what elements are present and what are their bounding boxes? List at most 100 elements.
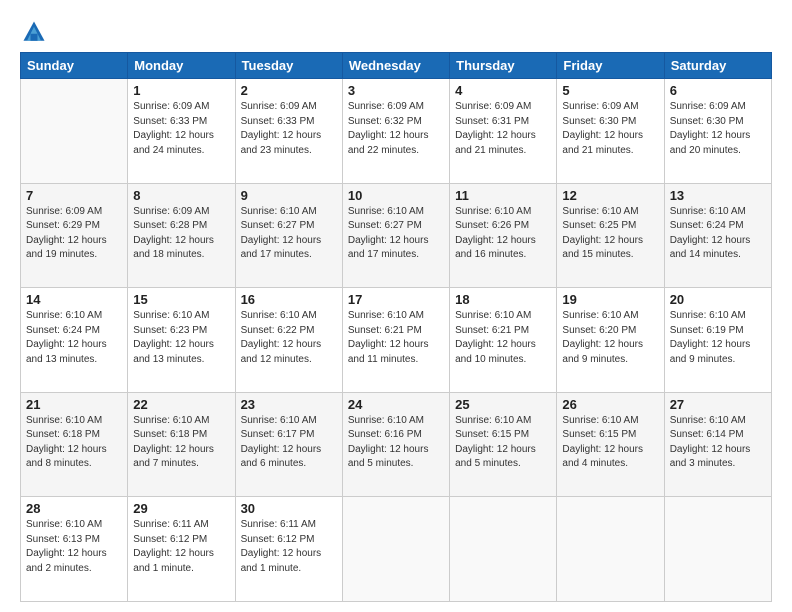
day-number: 4 <box>455 83 551 98</box>
day-info: Sunrise: 6:10 AM Sunset: 6:15 PM Dayligh… <box>562 414 658 472</box>
calendar-week-row: 21 Sunrise: 6:10 AM Sunset: 6:18 PM Dayli… <box>21 392 772 497</box>
day-info: Sunrise: 6:10 AM Sunset: 6:13 PM Dayligh… <box>26 518 122 576</box>
day-number: 2 <box>241 83 337 98</box>
day-info: Sunrise: 6:09 AM Sunset: 6:31 PM Dayligh… <box>455 100 551 158</box>
day-info: Sunrise: 6:10 AM Sunset: 6:21 PM Dayligh… <box>455 309 551 367</box>
day-header-saturday: Saturday <box>664 53 771 79</box>
day-info: Sunrise: 6:10 AM Sunset: 6:27 PM Dayligh… <box>348 205 444 263</box>
logo-icon <box>20 18 48 46</box>
day-header-sunday: Sunday <box>21 53 128 79</box>
day-number: 5 <box>562 83 658 98</box>
day-info: Sunrise: 6:10 AM Sunset: 6:25 PM Dayligh… <box>562 205 658 263</box>
calendar-cell: 28Sunrise: 6:10 AM Sunset: 6:13 PM Dayli… <box>21 497 128 602</box>
day-info: Sunrise: 6:10 AM Sunset: 6:26 PM Dayligh… <box>455 205 551 263</box>
calendar-header-row: SundayMondayTuesdayWednesdayThursdayFrid… <box>21 53 772 79</box>
calendar-cell: 6Sunrise: 6:09 AM Sunset: 6:30 PM Daylig… <box>664 79 771 184</box>
day-number: 20 <box>670 292 766 307</box>
day-info: Sunrise: 6:09 AM Sunset: 6:30 PM Dayligh… <box>562 100 658 158</box>
calendar-cell: 4 Sunrise: 6:09 AM Sunset: 6:31 PM Daylig… <box>450 79 557 184</box>
calendar-cell: 12 Sunrise: 6:10 AM Sunset: 6:25 PM Dayli… <box>557 183 664 288</box>
day-info: Sunrise: 6:11 AM Sunset: 6:12 PM Dayligh… <box>241 518 337 576</box>
day-header-monday: Monday <box>128 53 235 79</box>
calendar-cell: 23 Sunrise: 6:10 AM Sunset: 6:17 PM Dayli… <box>235 392 342 497</box>
calendar-cell <box>557 497 664 602</box>
calendar-week-row: 1 Sunrise: 6:09 AM Sunset: 6:33 PM Daylig… <box>21 79 772 184</box>
day-number: 9 <box>241 188 337 203</box>
day-number: 27 <box>670 397 766 412</box>
calendar-cell: 22 Sunrise: 6:10 AM Sunset: 6:18 PM Dayli… <box>128 392 235 497</box>
day-info: Sunrise: 6:10 AM Sunset: 6:24 PM Dayligh… <box>670 205 766 263</box>
day-number: 1 <box>133 83 229 98</box>
day-number: 12 <box>562 188 658 203</box>
day-info: Sunrise: 6:10 AM Sunset: 6:17 PM Dayligh… <box>241 414 337 472</box>
calendar-cell: 18 Sunrise: 6:10 AM Sunset: 6:21 PM Dayli… <box>450 288 557 393</box>
calendar-week-row: 28Sunrise: 6:10 AM Sunset: 6:13 PM Dayli… <box>21 497 772 602</box>
day-info: Sunrise: 6:09 AM Sunset: 6:33 PM Dayligh… <box>241 100 337 158</box>
day-number: 23 <box>241 397 337 412</box>
day-info: Sunrise: 6:09 AM Sunset: 6:32 PM Dayligh… <box>348 100 444 158</box>
calendar-cell: 30Sunrise: 6:11 AM Sunset: 6:12 PM Dayli… <box>235 497 342 602</box>
day-number: 15 <box>133 292 229 307</box>
day-number: 13 <box>670 188 766 203</box>
calendar-cell: 13 Sunrise: 6:10 AM Sunset: 6:24 PM Dayli… <box>664 183 771 288</box>
calendar-cell: 7 Sunrise: 6:09 AM Sunset: 6:29 PM Daylig… <box>21 183 128 288</box>
logo <box>20 18 52 46</box>
day-info: Sunrise: 6:10 AM Sunset: 6:19 PM Dayligh… <box>670 309 766 367</box>
calendar-cell: 14 Sunrise: 6:10 AM Sunset: 6:24 PM Dayli… <box>21 288 128 393</box>
calendar-cell: 17 Sunrise: 6:10 AM Sunset: 6:21 PM Dayli… <box>342 288 449 393</box>
day-number: 7 <box>26 188 122 203</box>
day-number: 21 <box>26 397 122 412</box>
day-number: 17 <box>348 292 444 307</box>
day-info: Sunrise: 6:09 AM Sunset: 6:28 PM Dayligh… <box>133 205 229 263</box>
day-number: 16 <box>241 292 337 307</box>
day-number: 14 <box>26 292 122 307</box>
day-number: 19 <box>562 292 658 307</box>
day-number: 25 <box>455 397 551 412</box>
calendar-cell: 29Sunrise: 6:11 AM Sunset: 6:12 PM Dayli… <box>128 497 235 602</box>
page: SundayMondayTuesdayWednesdayThursdayFrid… <box>0 0 792 612</box>
day-info: Sunrise: 6:10 AM Sunset: 6:15 PM Dayligh… <box>455 414 551 472</box>
calendar-table: SundayMondayTuesdayWednesdayThursdayFrid… <box>20 52 772 602</box>
day-number: 11 <box>455 188 551 203</box>
calendar-cell: 20 Sunrise: 6:10 AM Sunset: 6:19 PM Dayli… <box>664 288 771 393</box>
calendar-week-row: 7 Sunrise: 6:09 AM Sunset: 6:29 PM Daylig… <box>21 183 772 288</box>
day-info: Sunrise: 6:10 AM Sunset: 6:23 PM Dayligh… <box>133 309 229 367</box>
day-header-thursday: Thursday <box>450 53 557 79</box>
calendar-cell: 16 Sunrise: 6:10 AM Sunset: 6:22 PM Dayli… <box>235 288 342 393</box>
day-info: Sunrise: 6:10 AM Sunset: 6:22 PM Dayligh… <box>241 309 337 367</box>
day-number: 18 <box>455 292 551 307</box>
calendar-cell: 9Sunrise: 6:10 AM Sunset: 6:27 PM Daylig… <box>235 183 342 288</box>
calendar-cell: 24Sunrise: 6:10 AM Sunset: 6:16 PM Dayli… <box>342 392 449 497</box>
calendar-cell: 25 Sunrise: 6:10 AM Sunset: 6:15 PM Dayli… <box>450 392 557 497</box>
calendar-week-row: 14 Sunrise: 6:10 AM Sunset: 6:24 PM Dayli… <box>21 288 772 393</box>
calendar-cell: 15 Sunrise: 6:10 AM Sunset: 6:23 PM Dayli… <box>128 288 235 393</box>
day-info: Sunrise: 6:09 AM Sunset: 6:29 PM Dayligh… <box>26 205 122 263</box>
day-info: Sunrise: 6:10 AM Sunset: 6:18 PM Dayligh… <box>133 414 229 472</box>
calendar-cell <box>342 497 449 602</box>
day-number: 26 <box>562 397 658 412</box>
calendar-cell: 26 Sunrise: 6:10 AM Sunset: 6:15 PM Dayli… <box>557 392 664 497</box>
calendar-cell: 1 Sunrise: 6:09 AM Sunset: 6:33 PM Daylig… <box>128 79 235 184</box>
day-number: 10 <box>348 188 444 203</box>
calendar-cell <box>21 79 128 184</box>
day-info: Sunrise: 6:11 AM Sunset: 6:12 PM Dayligh… <box>133 518 229 576</box>
day-info: Sunrise: 6:09 AM Sunset: 6:33 PM Dayligh… <box>133 100 229 158</box>
calendar-cell <box>450 497 557 602</box>
day-info: Sunrise: 6:10 AM Sunset: 6:14 PM Dayligh… <box>670 414 766 472</box>
day-info: Sunrise: 6:10 AM Sunset: 6:20 PM Dayligh… <box>562 309 658 367</box>
day-number: 6 <box>670 83 766 98</box>
day-info: Sunrise: 6:10 AM Sunset: 6:21 PM Dayligh… <box>348 309 444 367</box>
calendar-cell: 19 Sunrise: 6:10 AM Sunset: 6:20 PM Dayli… <box>557 288 664 393</box>
calendar-cell <box>664 497 771 602</box>
calendar-cell: 5 Sunrise: 6:09 AM Sunset: 6:30 PM Daylig… <box>557 79 664 184</box>
day-header-wednesday: Wednesday <box>342 53 449 79</box>
day-header-tuesday: Tuesday <box>235 53 342 79</box>
day-number: 3 <box>348 83 444 98</box>
calendar-cell: 3 Sunrise: 6:09 AM Sunset: 6:32 PM Daylig… <box>342 79 449 184</box>
calendar-cell: 21Sunrise: 6:10 AM Sunset: 6:18 PM Dayli… <box>21 392 128 497</box>
day-info: Sunrise: 6:10 AM Sunset: 6:24 PM Dayligh… <box>26 309 122 367</box>
calendar-cell: 10 Sunrise: 6:10 AM Sunset: 6:27 PM Dayli… <box>342 183 449 288</box>
day-number: 8 <box>133 188 229 203</box>
day-number: 22 <box>133 397 229 412</box>
calendar-cell: 8 Sunrise: 6:09 AM Sunset: 6:28 PM Daylig… <box>128 183 235 288</box>
